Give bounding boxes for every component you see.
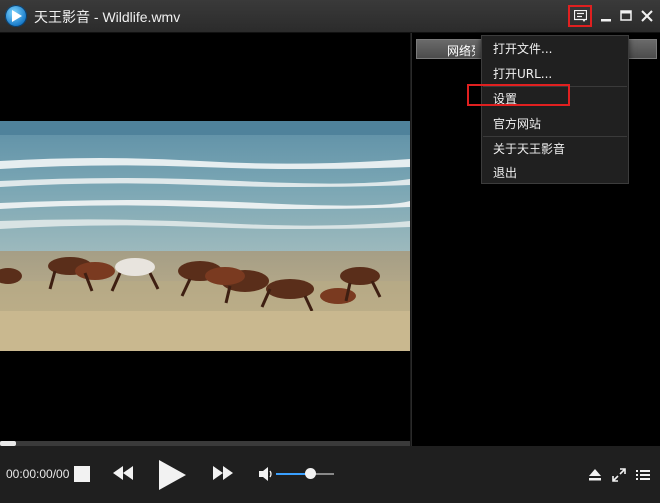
play-button[interactable] (156, 459, 188, 495)
menu-item-open-file[interactable]: 打开文件... (482, 36, 628, 61)
eject-button[interactable] (588, 467, 602, 486)
rewind-icon (113, 466, 133, 480)
tab-network-list-label: 网络列 (447, 44, 475, 58)
title-bar: 天王影音 - Wildlife.wmv (0, 0, 660, 33)
fullscreen-icon (612, 468, 626, 482)
close-icon (641, 10, 653, 22)
menu-item-label: 官方网站 (493, 117, 542, 131)
volume-slider-knob[interactable] (304, 468, 316, 479)
fast-forward-button[interactable] (212, 464, 234, 486)
menu-icon (574, 10, 587, 22)
playlist-toggle-button[interactable] (636, 467, 650, 486)
menu-item-label: 打开文件... (493, 42, 553, 56)
minimize-button[interactable] (596, 6, 616, 26)
fullscreen-button[interactable] (612, 467, 626, 486)
app-logo-icon (5, 5, 27, 27)
menu-item-open-url[interactable]: 打开URL... (482, 61, 628, 86)
menu-item-label: 退出 (493, 166, 518, 180)
eject-icon (589, 469, 601, 481)
main-menu-dropdown: 打开文件... 打开URL... 设置 官方网站 关于天王影音 退出 (481, 35, 629, 184)
menu-item-official-site[interactable]: 官方网站 (482, 111, 628, 136)
settings-highlight-box (467, 84, 570, 106)
window-title: 天王影音 - Wildlife.wmv (34, 9, 181, 25)
mute-button[interactable] (258, 466, 274, 486)
maximize-icon (620, 10, 632, 21)
rewind-button[interactable] (112, 464, 134, 486)
video-area[interactable] (0, 33, 410, 441)
play-icon (159, 460, 186, 490)
main-menu-button[interactable] (568, 5, 592, 27)
menu-item-label: 打开URL... (493, 67, 553, 81)
close-button[interactable] (637, 6, 657, 26)
playlist-icon (636, 470, 650, 480)
fast-forward-icon (213, 466, 233, 480)
volume-icon (259, 467, 272, 481)
stop-button[interactable] (74, 466, 90, 482)
control-bar: 00:00:00/00 (0, 446, 660, 503)
volume-slider[interactable] (276, 468, 334, 479)
menu-item-about[interactable]: 关于天王影音 (482, 136, 628, 161)
minimize-icon (601, 19, 611, 22)
time-display: 00:00:00/00 (6, 467, 70, 481)
menu-item-exit[interactable]: 退出 (482, 160, 628, 185)
video-frame (0, 121, 410, 351)
maximize-button[interactable] (616, 6, 636, 26)
menu-item-label: 关于天王影音 (493, 142, 566, 156)
